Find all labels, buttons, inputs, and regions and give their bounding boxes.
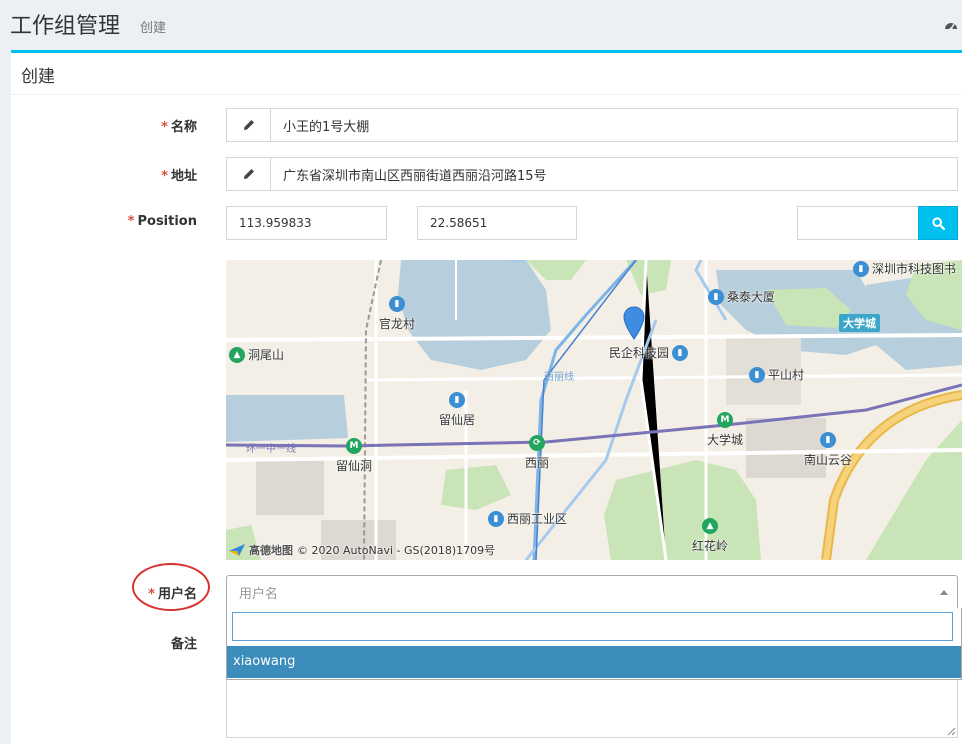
building-icon: ▮ — [708, 288, 724, 305]
poi-nanshan-yungu[interactable]: ▮ 南山云谷 — [804, 432, 852, 468]
username-dropdown: xiaowang — [226, 608, 962, 680]
building-icon: ▮ — [820, 432, 836, 448]
road-label-xili-line: 西丽线 — [544, 372, 574, 383]
poi-xili[interactable]: ⟳ 西丽 — [525, 435, 549, 471]
poi-guanlong[interactable]: ▮ 官龙村 — [379, 296, 415, 332]
metro-icon: M — [717, 412, 733, 428]
address-label-text: 地址 — [170, 169, 197, 184]
map-attribution: 高德地图 © 2020 AutoNavi - GS(2018)1709号 — [228, 542, 495, 558]
building-icon: ▮ — [389, 296, 405, 312]
building-icon: ▮ — [853, 260, 869, 277]
resize-grip-icon[interactable] — [947, 727, 956, 736]
mountain-icon: ▲ — [702, 518, 718, 534]
pencil-icon — [227, 109, 271, 141]
poi-sangtai[interactable]: ▮ 桑泰大厦 — [708, 288, 775, 305]
tachometer-icon[interactable] — [944, 19, 958, 31]
name-label: * 名称 — [161, 116, 197, 135]
name-input-group — [226, 108, 958, 142]
location-search-input[interactable] — [797, 206, 919, 240]
poi-label: 西丽 — [525, 456, 550, 470]
username-label: * 用户名 — [148, 583, 197, 602]
poi-shenzhen-library[interactable]: ▮ 深圳市科技图书 — [853, 260, 956, 277]
poi-label: 平山村 — [768, 368, 805, 382]
longitude-input[interactable] — [226, 206, 387, 240]
page-header: 工作组管理 创建 — [0, 0, 962, 50]
map-logo: 高德地图 — [249, 544, 293, 557]
pencil-icon — [227, 158, 271, 190]
building-icon: ▮ — [749, 366, 765, 383]
building-icon: ▮ — [672, 344, 689, 361]
poi-label: 大学城 — [707, 433, 744, 447]
name-input[interactable] — [271, 109, 957, 141]
username-option[interactable]: xiaowang — [227, 646, 961, 678]
position-label-text: Position — [137, 214, 197, 229]
username-select-placeholder: 用户名 — [239, 586, 279, 602]
map-marker-icon[interactable] — [623, 306, 645, 340]
amap-logo-icon — [229, 544, 245, 556]
address-label: * 地址 — [161, 165, 197, 184]
map-view[interactable]: 西丽线 环一中一线 ▮ 深圳市科技图书 ▮ 桑泰大厦 ▮ 官龙村 ▮ 民企科技园 ▲ 洞尾… — [226, 260, 962, 560]
page-title: 工作组管理 — [10, 14, 121, 39]
mountain-icon: ▲ — [229, 346, 245, 363]
username-dropdown-search[interactable] — [232, 612, 953, 641]
poi-label: 官龙村 — [379, 317, 416, 331]
poi-daxuecheng[interactable]: M 大学城 — [707, 412, 743, 448]
address-input[interactable] — [271, 158, 957, 190]
username-select[interactable]: 用户名 — [226, 575, 958, 609]
road-label-huanzhong: 环一中一线 — [246, 444, 296, 455]
poi-label: 民企科技园 — [609, 346, 670, 360]
building-icon: ▮ — [449, 392, 465, 408]
poi-label: 南山云谷 — [804, 453, 853, 467]
required-mark: * — [161, 120, 168, 135]
poi-dongwei[interactable]: ▲ 洞尾山 — [229, 346, 284, 363]
poi-liuxiandong[interactable]: M 留仙洞 — [336, 438, 372, 474]
poi-label: 留仙洞 — [336, 459, 373, 473]
required-mark: * — [148, 587, 155, 602]
poi-pingshan[interactable]: ▮ 平山村 — [749, 366, 804, 383]
latitude-input[interactable] — [417, 206, 577, 240]
location-search-button[interactable] — [918, 206, 958, 240]
search-icon — [931, 216, 945, 230]
address-input-group — [226, 157, 958, 191]
map-attribution-text: © 2020 AutoNavi - GS(2018)1709号 — [297, 544, 496, 557]
poi-label: 西丽工业区 — [507, 512, 568, 526]
position-label: * Position — [128, 214, 197, 229]
building-icon: ▮ — [488, 510, 504, 527]
poi-label: 深圳市科技图书 — [872, 262, 957, 276]
metro-icon: M — [346, 438, 362, 454]
poi-label: 留仙居 — [439, 413, 476, 427]
metro-transfer-icon: ⟳ — [529, 435, 545, 451]
caret-up-icon — [940, 590, 948, 595]
map-background — [226, 260, 962, 560]
poi-xili-industrial[interactable]: ▮ 西丽工业区 — [488, 510, 567, 527]
poi-label: 桑泰大厦 — [727, 290, 776, 304]
poi-label: 洞尾山 — [248, 348, 285, 362]
required-mark: * — [127, 214, 135, 229]
create-form-box: 创建 *名称 *地址 *Position — [11, 50, 962, 744]
name-label-text: 名称 — [170, 120, 197, 135]
page-subtitle: 创建 — [140, 21, 167, 36]
required-mark: * — [161, 169, 168, 184]
box-title: 创建 — [11, 53, 962, 95]
username-label-text: 用户名 — [157, 587, 197, 602]
remark-label-text: 备注 — [170, 637, 197, 652]
poi-honghualing[interactable]: ▲ 红花岭 — [692, 518, 728, 554]
poi-label: 红花岭 — [692, 539, 729, 553]
poi-liuxianju[interactable]: ▮ 留仙居 — [439, 392, 475, 428]
remark-label: 备注 — [171, 633, 197, 652]
campus-badge: 大学城 — [839, 314, 880, 332]
poi-minqi[interactable]: ▮ 民企科技园 — [609, 344, 689, 361]
